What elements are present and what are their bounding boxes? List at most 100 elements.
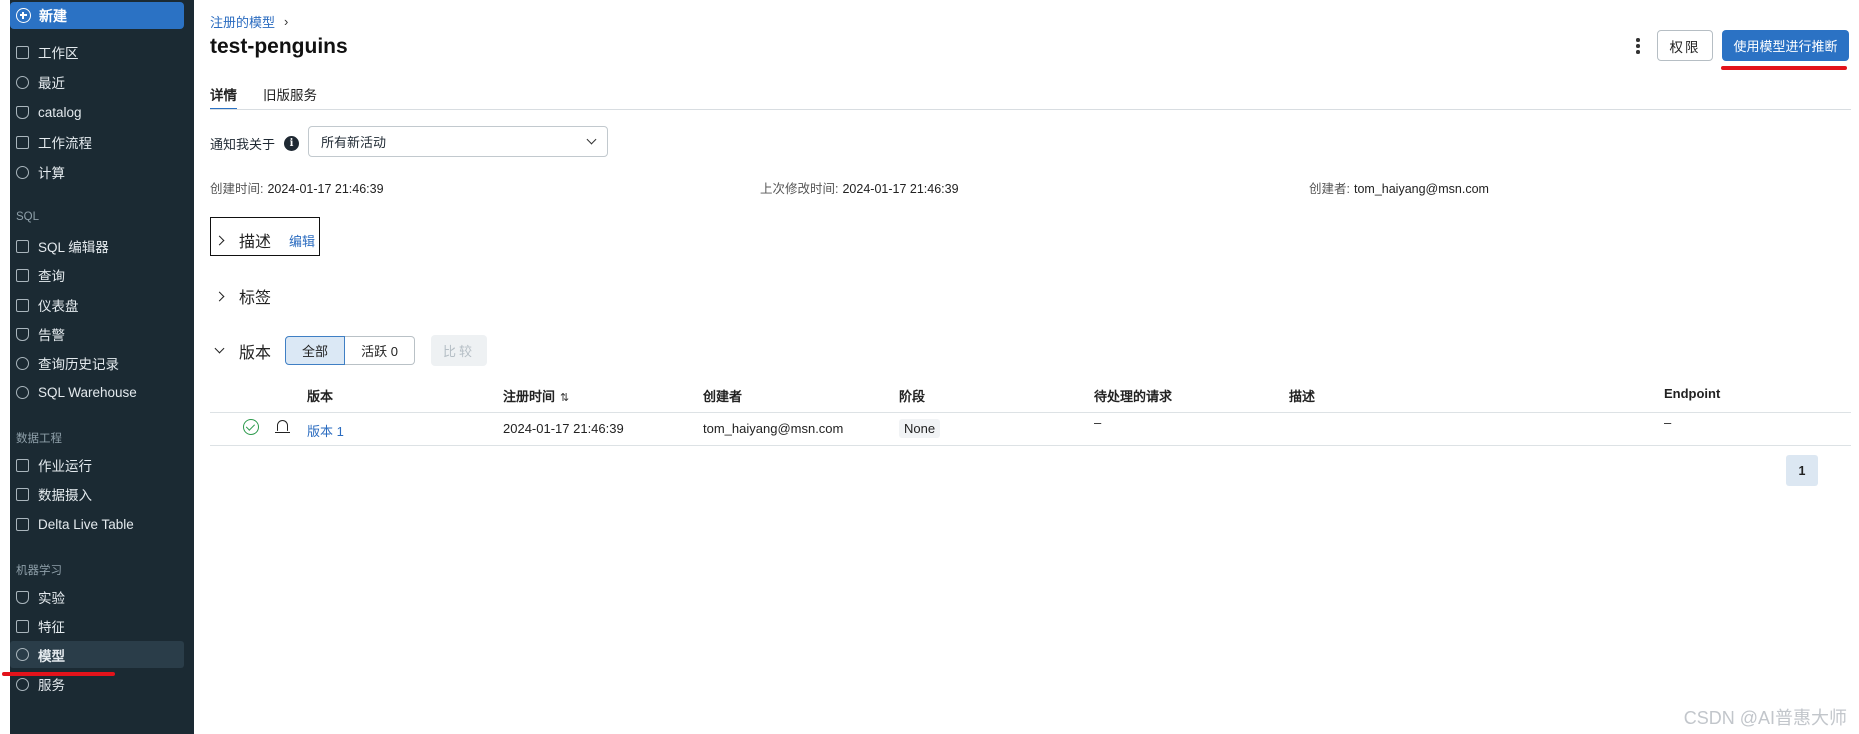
sidebar-item-label: 服务 (38, 678, 65, 693)
tab-legacy-serving[interactable]: 旧版服务 (263, 84, 317, 110)
history-icon (16, 356, 29, 370)
model-icon (16, 648, 29, 661)
watermark-text: CSDN @AI普惠大师 (1683, 708, 1847, 728)
tags-section[interactable]: 标签 (210, 284, 271, 308)
sidebar-item-experiments[interactable]: 实验 (16, 586, 186, 608)
column-header-endpoint: Endpoint (1664, 386, 1721, 401)
sidebar-item-queries[interactable]: 查询 (16, 264, 186, 286)
creator-value: tom_haiyang@msn.com (1353, 182, 1489, 196)
sidebar-item-label: 计算 (38, 166, 65, 181)
sql-editor-icon (16, 239, 29, 253)
ingest-icon (16, 487, 29, 501)
tabs-divider (210, 109, 1851, 110)
new-button[interactable]: 新建 (10, 2, 184, 29)
version-filter: 全部 活跃 0 (285, 336, 416, 365)
notification-bell-icon[interactable] (275, 420, 290, 433)
column-header-registered-time[interactable]: 注册时间 ⇅ (503, 386, 569, 405)
workspace-icon (16, 45, 29, 59)
more-options-icon[interactable] (1629, 36, 1647, 56)
sidebar-item-label: SQL 编辑器 (38, 240, 109, 255)
dashboard-icon (16, 298, 29, 312)
column-header-description: 描述 (1289, 389, 1316, 404)
sidebar-item-job-runs[interactable]: 作业运行 (16, 454, 186, 476)
new-button-label: 新建 (39, 7, 67, 24)
sidebar: 新建 工作区 最近 catalog 工作流程 计算 SQL SQL 编辑器 查询… (10, 0, 194, 734)
status-ready-check-icon (243, 419, 259, 435)
sidebar-item-models[interactable]: 模型 (10, 641, 184, 668)
permissions-button[interactable]: 权限 (1657, 30, 1713, 61)
sidebar-item-label: 最近 (38, 76, 65, 91)
chevron-down-icon[interactable] (214, 343, 225, 354)
sidebar-item-sql-warehouse[interactable]: SQL Warehouse (16, 381, 186, 403)
cell-pending-requests: – (1094, 415, 1102, 430)
breadcrumb-registered-models[interactable]: 注册的模型 (210, 12, 275, 31)
sidebar-item-catalog[interactable]: catalog (16, 101, 186, 123)
created-label: 创建时间: (210, 182, 264, 196)
last-modified-time: 上次修改时间: 2024-01-17 21:46:39 (760, 178, 959, 197)
sidebar-item-delta-live-tables[interactable]: Delta Live Table (16, 513, 186, 535)
workflow-icon (16, 135, 29, 149)
section-label-data-engineering: 数据工程 (16, 433, 62, 445)
use-model-for-inference-button[interactable]: 使用模型进行推断 (1722, 30, 1849, 61)
query-icon (16, 268, 29, 282)
red-highlight-underline-models (2, 672, 115, 676)
column-header-stage: 阶段 (899, 389, 926, 404)
versions-heading: 版本 (239, 344, 272, 362)
sidebar-item-dashboards[interactable]: 仪表盘 (16, 294, 186, 316)
creator-label: 创建者: (1309, 182, 1350, 196)
sidebar-item-data-ingestion[interactable]: 数据摄入 (16, 483, 186, 505)
description-section[interactable]: 描述 编辑 (210, 228, 315, 252)
tab-details[interactable]: 详情 (210, 84, 237, 110)
section-label-sql: SQL (16, 211, 40, 223)
sidebar-item-workflows[interactable]: 工作流程 (16, 131, 186, 153)
chevron-right-icon (214, 291, 225, 301)
sidebar-item-label: 实验 (38, 591, 65, 606)
sidebar-item-recent[interactable]: 最近 (16, 71, 186, 93)
breadcrumb: 注册的模型 › (210, 12, 288, 31)
serving-icon (16, 677, 29, 691)
versions-section: 版本 全部 活跃 0 比较 (210, 335, 488, 366)
catalog-icon (16, 105, 29, 119)
bell-icon (16, 327, 29, 341)
tags-heading: 标签 (239, 290, 272, 307)
sidebar-item-compute[interactable]: 计算 (16, 161, 186, 183)
section-label-machine-learning: 机器学习 (16, 565, 62, 577)
table-row-divider (210, 445, 1851, 446)
modified-value: 2024-01-17 21:46:39 (842, 182, 959, 196)
cloud-icon (16, 165, 29, 179)
main-content: 注册的模型 › test-penguins 权限 使用模型进行推断 详情 旧版服… (210, 0, 1859, 734)
version-link[interactable]: 版本 1 (307, 421, 344, 440)
sidebar-item-label: 作业运行 (38, 459, 92, 474)
notify-select-value: 所有新活动 (321, 135, 387, 150)
chevron-right-icon (214, 235, 225, 245)
sidebar-item-label: 特征 (38, 620, 65, 635)
filter-all-button[interactable]: 全部 (285, 336, 346, 365)
sidebar-item-alerts[interactable]: 告警 (16, 323, 186, 345)
sidebar-item-label: 数据摄入 (38, 488, 92, 503)
column-header-creator: 创建者 (703, 389, 743, 404)
sidebar-item-label: 模型 (38, 648, 65, 664)
sidebar-item-label: 查询历史记录 (38, 357, 119, 372)
chevron-right-icon: › (284, 14, 289, 29)
warehouse-icon (16, 385, 29, 399)
sidebar-item-query-history[interactable]: 查询历史记录 (16, 352, 186, 374)
sidebar-item-features[interactable]: 特征 (16, 615, 186, 637)
column-header-version: 版本 (307, 389, 334, 404)
sidebar-item-label: Delta Live Table (38, 516, 134, 532)
pagination-page-button[interactable]: 1 (1786, 455, 1818, 486)
column-header-pending-requests: 待处理的请求 (1094, 389, 1173, 404)
created-value: 2024-01-17 21:46:39 (267, 182, 384, 196)
edit-description-link[interactable]: 编辑 (289, 231, 315, 250)
sidebar-item-label: 查询 (38, 269, 65, 284)
delta-icon (16, 517, 29, 531)
sidebar-item-workspace[interactable]: 工作区 (16, 41, 186, 63)
compare-button[interactable]: 比较 (431, 335, 488, 366)
notify-select[interactable]: 所有新活动 (308, 126, 608, 157)
job-runs-icon (16, 458, 29, 472)
sidebar-item-sql-editor[interactable]: SQL 编辑器 (16, 235, 186, 257)
sidebar-item-serving[interactable]: 服务 (16, 673, 186, 695)
filter-active-button[interactable]: 活跃 0 (345, 336, 416, 365)
info-icon[interactable]: i (284, 136, 300, 151)
sort-icon[interactable]: ⇅ (560, 391, 569, 404)
cell-endpoint: – (1664, 415, 1672, 430)
